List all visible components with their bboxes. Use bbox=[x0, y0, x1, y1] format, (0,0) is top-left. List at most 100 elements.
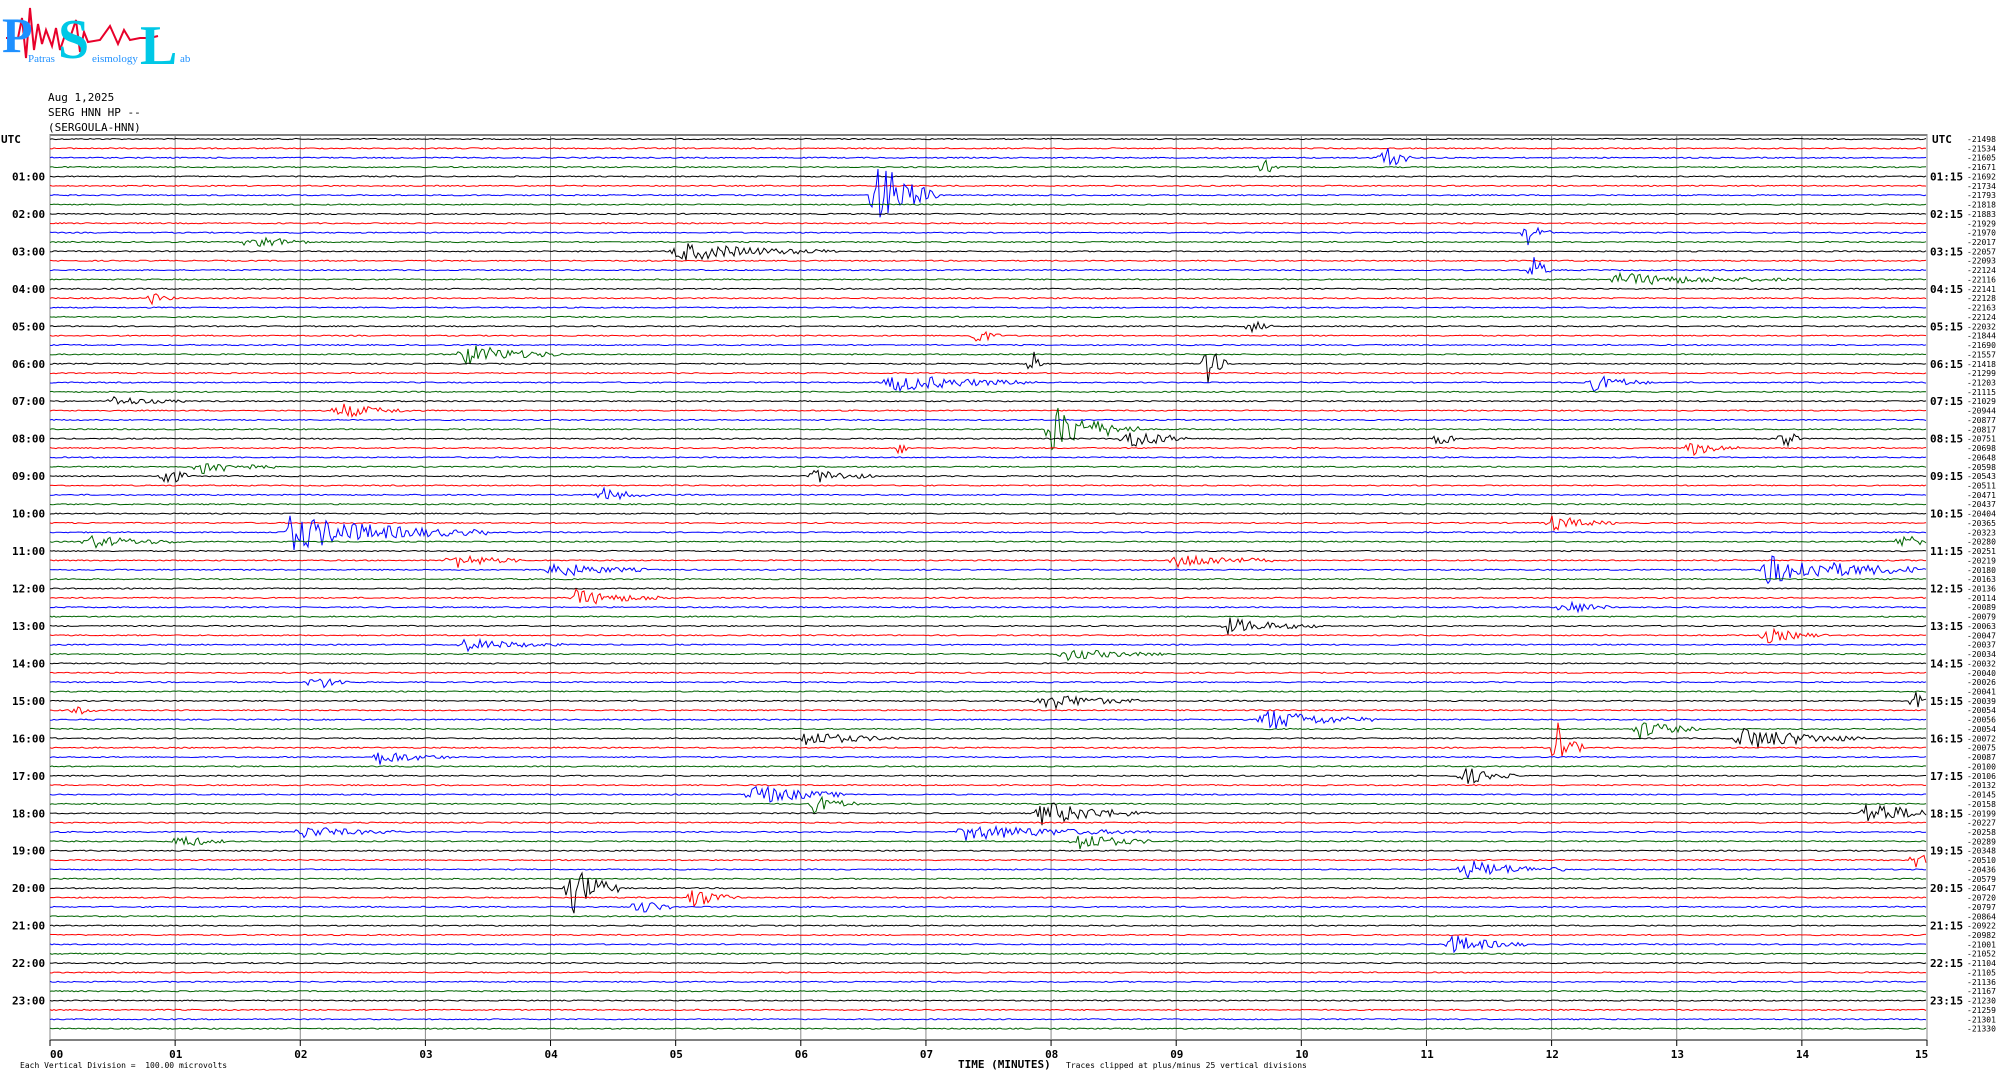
x-tick-label: 03 bbox=[419, 1048, 432, 1061]
seismic-trace bbox=[49, 802, 1927, 826]
trace-count-label: -20132 bbox=[1967, 781, 1996, 790]
trace-count-label: -21136 bbox=[1967, 978, 1996, 987]
seismic-trace bbox=[49, 375, 1927, 393]
seismic-trace bbox=[49, 463, 1927, 475]
trace-count-label: -20323 bbox=[1967, 528, 1996, 537]
trace-count-label: -20864 bbox=[1967, 912, 1996, 921]
trace-count-label: -20511 bbox=[1967, 481, 1996, 490]
trace-count-label: -22017 bbox=[1967, 238, 1996, 247]
trace-count-label: -20437 bbox=[1967, 500, 1996, 509]
seismic-trace bbox=[49, 469, 1927, 484]
trace-count-label: -20180 bbox=[1967, 566, 1996, 575]
trace-count-label: -20032 bbox=[1967, 659, 1996, 668]
seismic-trace bbox=[49, 877, 1927, 880]
seismic-trace bbox=[49, 320, 1927, 334]
trace-count-label: -21299 bbox=[1967, 369, 1996, 378]
seismic-trace bbox=[49, 1027, 1927, 1030]
trace-count-label: -21818 bbox=[1967, 201, 1996, 210]
seismic-trace bbox=[49, 484, 1927, 487]
left-hour-label: 04:00 bbox=[12, 283, 45, 296]
seismic-trace bbox=[49, 849, 1927, 852]
seismic-trace bbox=[49, 330, 1927, 342]
trace-count-label: -22163 bbox=[1967, 304, 1996, 313]
x-tick-label: 12 bbox=[1546, 1048, 1559, 1061]
x-tick-label: 07 bbox=[920, 1048, 933, 1061]
trace-count-label: -21883 bbox=[1967, 210, 1996, 219]
trace-count-label: -21115 bbox=[1967, 388, 1996, 397]
seismic-trace bbox=[49, 692, 1927, 711]
trace-count-label: -21671 bbox=[1967, 163, 1996, 172]
trace-count-label: -21534 bbox=[1967, 144, 1996, 153]
left-hour-label: 03:00 bbox=[12, 245, 45, 258]
seismic-trace bbox=[49, 222, 1927, 225]
seismic-trace bbox=[49, 503, 1927, 506]
trace-count-label: -21001 bbox=[1967, 940, 1996, 949]
trace-count-label: -20348 bbox=[1967, 847, 1996, 856]
left-hour-label: 01:00 bbox=[12, 170, 45, 183]
trace-count-label: -20034 bbox=[1967, 650, 1996, 659]
right-hour-label: 08:15 bbox=[1930, 433, 1963, 446]
seismic-trace bbox=[49, 549, 1927, 553]
trace-count-label: -21692 bbox=[1967, 172, 1996, 181]
trace-count-label: -20698 bbox=[1967, 444, 1996, 453]
left-hour-label: 14:00 bbox=[12, 657, 45, 670]
trace-count-label: -20158 bbox=[1967, 800, 1996, 809]
trace-count-label: -20072 bbox=[1967, 734, 1996, 743]
clip-note: Traces clipped at plus/minus 25 vertical… bbox=[1066, 1061, 1307, 1070]
seismic-trace bbox=[49, 403, 1927, 418]
trace-count-label: -20199 bbox=[1967, 809, 1996, 818]
left-hour-label: 19:00 bbox=[12, 845, 45, 858]
right-hour-label: 02:15 bbox=[1930, 208, 1963, 221]
left-axis-title: UTC bbox=[1, 133, 21, 146]
seismic-trace bbox=[49, 600, 1927, 614]
trace-count-label: -20163 bbox=[1967, 575, 1996, 584]
trace-count-label: -21605 bbox=[1967, 154, 1996, 163]
trace-count-label: -20877 bbox=[1967, 416, 1996, 425]
trace-count-label: -20982 bbox=[1967, 931, 1996, 940]
seismic-trace bbox=[49, 752, 1927, 765]
left-hour-label: 23:00 bbox=[12, 995, 45, 1008]
seismic-trace bbox=[49, 952, 1927, 955]
seismic-trace bbox=[49, 627, 1927, 644]
seismic-trace bbox=[49, 835, 1927, 850]
left-hour-label: 08:00 bbox=[12, 433, 45, 446]
seismic-trace bbox=[49, 980, 1927, 983]
seismic-trace bbox=[49, 924, 1927, 927]
seismic-trace bbox=[49, 662, 1927, 665]
trace-count-label: -20136 bbox=[1967, 585, 1996, 594]
left-hour-label: 06:00 bbox=[12, 358, 45, 371]
right-hour-label: 23:15 bbox=[1930, 995, 1963, 1008]
trace-count-label: -20289 bbox=[1967, 837, 1996, 846]
right-hour-label: 11:15 bbox=[1930, 545, 1963, 558]
trace-count-label: -20251 bbox=[1967, 547, 1996, 556]
trace-count-label: -20054 bbox=[1967, 706, 1996, 715]
seismic-trace bbox=[49, 212, 1927, 216]
seismic-trace bbox=[49, 293, 1927, 306]
trace-count-label: -20089 bbox=[1967, 603, 1996, 612]
right-hour-label: 22:15 bbox=[1930, 957, 1963, 970]
seismic-trace bbox=[49, 706, 1927, 715]
seismic-traces bbox=[49, 137, 1927, 1030]
seismic-trace bbox=[49, 456, 1927, 459]
seismic-trace bbox=[49, 175, 1927, 178]
trace-count-label: -21167 bbox=[1967, 987, 1996, 996]
seismic-trace bbox=[49, 257, 1927, 275]
trace-count-label: -20079 bbox=[1967, 613, 1996, 622]
trace-count-label: -21203 bbox=[1967, 378, 1996, 387]
left-hour-label: 02:00 bbox=[12, 208, 45, 221]
seismic-trace bbox=[49, 345, 1927, 366]
right-hour-label: 05:15 bbox=[1930, 320, 1963, 333]
trace-count-label: -21259 bbox=[1967, 1006, 1996, 1015]
trace-count-label: -22057 bbox=[1967, 247, 1996, 256]
seismic-trace bbox=[49, 577, 1927, 581]
right-hour-label: 20:15 bbox=[1930, 882, 1963, 895]
trace-count-label: -21793 bbox=[1967, 191, 1996, 200]
trace-count-label: -22116 bbox=[1967, 275, 1996, 284]
seismic-trace bbox=[49, 617, 1927, 635]
trace-count-label: -20100 bbox=[1967, 762, 1996, 771]
seismic-trace bbox=[49, 727, 1927, 749]
trace-count-label: -20280 bbox=[1967, 538, 1996, 547]
seismic-trace bbox=[49, 203, 1927, 206]
x-tick-label: 14 bbox=[1796, 1048, 1810, 1061]
seismic-trace bbox=[49, 615, 1927, 618]
